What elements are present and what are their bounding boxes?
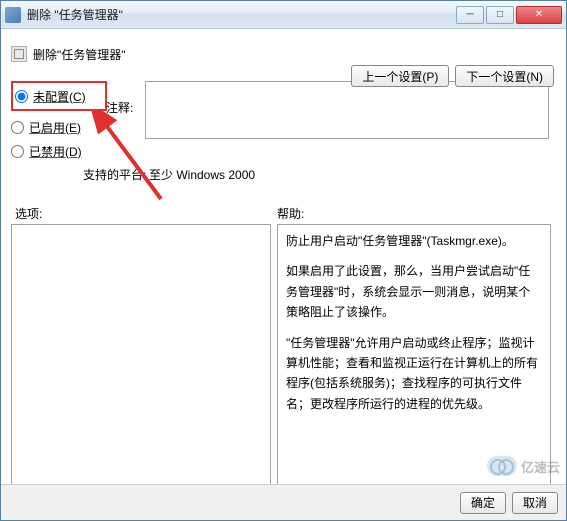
radio-not-configured[interactable]: 未配置(C) <box>15 84 103 108</box>
prev-setting-button[interactable]: 上一个设置(P) <box>351 65 449 87</box>
ok-label: 确定 <box>471 494 495 511</box>
config-area: 未配置(C) 已启用(E) 已禁用(D) <box>11 81 556 163</box>
options-label: 选项: <box>11 205 277 222</box>
radio-disabled-label: 已禁用(D) <box>29 143 82 160</box>
bottom-bar: 确定 取消 <box>1 484 566 520</box>
cancel-label: 取消 <box>523 494 547 511</box>
options-pane <box>11 224 271 488</box>
watermark-icon <box>487 456 517 476</box>
next-label: 下一个设置(N) <box>466 68 543 85</box>
window-title: 删除 "任务管理器" <box>27 6 456 23</box>
help-p1: 防止用户启动"任务管理器"(Taskmgr.exe)。 <box>286 231 542 251</box>
content-area: 删除"任务管理器" 上一个设置(P) 下一个设置(N) 未配置(C) 已启用(E… <box>1 29 566 496</box>
radio-not-configured-input[interactable] <box>15 90 28 103</box>
help-label: 帮助: <box>277 205 304 222</box>
radio-column: 未配置(C) 已启用(E) 已禁用(D) <box>11 81 121 163</box>
platform-value: 至少 Windows 2000 <box>149 166 255 183</box>
dialog-window: 删除 "任务管理器" ─ □ ✕ 删除"任务管理器" 上一个设置(P) 下一个设… <box>0 0 567 521</box>
titlebar[interactable]: 删除 "任务管理器" ─ □ ✕ <box>1 1 566 29</box>
radio-enabled[interactable]: 已启用(E) <box>11 115 121 139</box>
radio-enabled-label: 已启用(E) <box>29 119 81 136</box>
help-p2: 如果启用了此设置，那么，当用户尝试启动"任务管理器"时，系统会显示一则消息，说明… <box>286 261 542 322</box>
header-text: 删除"任务管理器" <box>33 46 126 63</box>
maximize-button[interactable]: □ <box>486 6 514 24</box>
cancel-button[interactable]: 取消 <box>512 492 558 514</box>
panes: 防止用户启动"任务管理器"(Taskmgr.exe)。 如果启用了此设置，那么，… <box>11 224 556 488</box>
radio-disabled-input[interactable] <box>11 145 24 158</box>
radio-disabled[interactable]: 已禁用(D) <box>11 139 121 163</box>
radio-enabled-input[interactable] <box>11 121 24 134</box>
window-controls: ─ □ ✕ <box>456 6 562 24</box>
ok-button[interactable]: 确定 <box>460 492 506 514</box>
prev-label: 上一个设置(P) <box>362 68 438 85</box>
highlight-box: 未配置(C) <box>11 81 107 111</box>
policy-icon <box>11 46 27 62</box>
close-button[interactable]: ✕ <box>516 6 562 24</box>
help-pane: 防止用户启动"任务管理器"(Taskmgr.exe)。 如果启用了此设置，那么，… <box>277 224 551 488</box>
comment-label: 注释: <box>106 99 133 116</box>
help-p3: "任务管理器"允许用户启动或终止程序；监视计算机性能；查看和监视正运行在计算机上… <box>286 333 542 415</box>
radio-not-configured-label: 未配置(C) <box>33 88 86 105</box>
platform-label: 支持的平台: <box>83 166 146 183</box>
next-setting-button[interactable]: 下一个设置(N) <box>455 65 554 87</box>
comment-textarea[interactable] <box>145 81 549 139</box>
watermark-text: 亿速云 <box>521 457 560 476</box>
nav-buttons: 上一个设置(P) 下一个设置(N) <box>351 65 554 87</box>
section-labels: 选项: 帮助: <box>11 205 556 222</box>
minimize-button[interactable]: ─ <box>456 6 484 24</box>
app-icon <box>5 7 21 23</box>
watermark: 亿速云 <box>487 456 560 476</box>
